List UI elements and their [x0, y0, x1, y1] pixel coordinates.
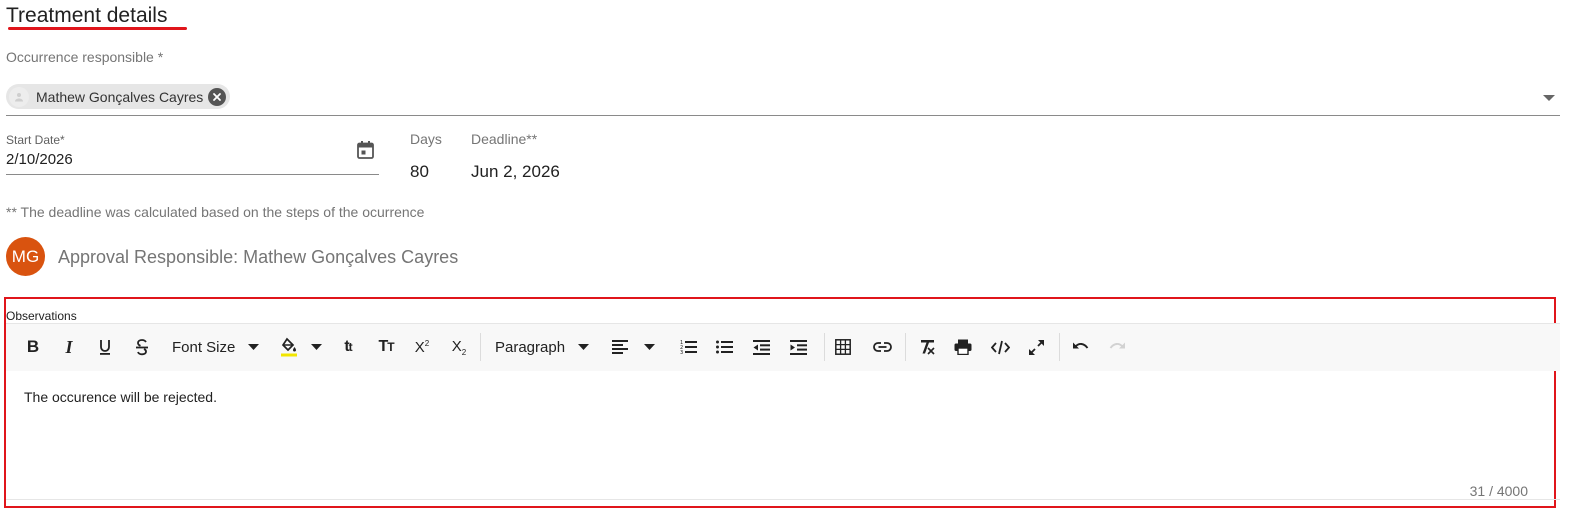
deadline-value: Jun 2, 2026	[471, 162, 560, 181]
editor-toolbar: B I Font Size tt TT X2 X2 Paragraph 1 2 …	[6, 324, 1560, 371]
font-size-label: Font Size	[172, 338, 236, 356]
fullscreen-icon[interactable]	[1024, 335, 1048, 359]
superscript-icon[interactable]: X2	[411, 335, 433, 359]
subscript-icon[interactable]: X2	[448, 335, 470, 359]
fill-color-icon[interactable]	[280, 335, 330, 359]
approval-avatar: MG	[6, 237, 45, 276]
title-underline	[8, 27, 187, 30]
chevron-down-icon	[248, 344, 260, 350]
align-left-icon[interactable]	[612, 335, 666, 359]
print-icon[interactable]	[951, 335, 975, 359]
redo-icon[interactable]	[1105, 335, 1129, 359]
occurrence-responsible-label: Occurrence responsible *	[6, 49, 164, 65]
italic-icon[interactable]: I	[60, 335, 78, 359]
undo-icon[interactable]	[1068, 335, 1092, 359]
toolbar-separator	[1059, 333, 1060, 361]
paragraph-label: Paragraph	[495, 338, 566, 356]
start-date-underline	[6, 174, 379, 175]
chevron-down-icon	[644, 344, 655, 350]
responsible-chip[interactable]: Mathew Gonçalves Cayres	[6, 84, 231, 109]
toolbar-separator	[905, 333, 906, 361]
bold-icon[interactable]: B	[24, 335, 42, 359]
days-value: 80	[410, 162, 429, 181]
link-icon[interactable]	[870, 335, 894, 359]
toolbar-separator	[480, 333, 481, 361]
outdent-icon[interactable]	[750, 335, 772, 359]
deadline-note: ** The deadline was calculated based on …	[6, 204, 425, 220]
editor-content[interactable]: The occurence will be rejected.	[24, 389, 217, 405]
chevron-down-icon	[311, 344, 322, 350]
approval-responsible-text: Approval Responsible: Mathew Gonçalves C…	[58, 247, 459, 267]
days-label: Days	[410, 131, 442, 147]
page-title: Treatment details	[6, 4, 168, 27]
person-icon	[9, 86, 29, 107]
clear-format-icon[interactable]	[915, 335, 939, 359]
toolbar-separator	[824, 333, 825, 361]
ordered-list-icon[interactable]: 123	[677, 335, 699, 359]
dropdown-arrow-icon[interactable]	[1541, 90, 1557, 108]
responsible-chip-name: Mathew Gonçalves Cayres	[36, 88, 204, 105]
chevron-down-icon	[578, 344, 590, 350]
svg-text:3: 3	[680, 350, 683, 355]
paragraph-dropdown[interactable]: Paragraph	[495, 335, 600, 359]
calendar-icon[interactable]	[356, 140, 375, 165]
start-date-input[interactable]: 2/10/2026	[6, 151, 73, 168]
font-size-dropdown[interactable]: Font Size	[172, 335, 272, 359]
indent-icon[interactable]	[787, 335, 809, 359]
underline-icon[interactable]	[96, 335, 114, 359]
unordered-list-icon[interactable]	[713, 335, 735, 359]
chip-remove-icon[interactable]	[208, 87, 227, 106]
lowercase-icon[interactable]: tt	[337, 335, 359, 359]
deadline-label: Deadline**	[471, 131, 538, 147]
table-icon[interactable]	[831, 335, 855, 359]
code-view-icon[interactable]	[988, 335, 1012, 359]
character-counter: 31 / 4000	[1469, 483, 1528, 499]
strikethrough-icon[interactable]	[133, 335, 151, 359]
rich-text-editor: B I Font Size tt TT X2 X2 Paragraph 1 2 …	[6, 323, 1560, 500]
responsible-field-underline	[6, 115, 1560, 116]
start-date-label: Start Date*	[6, 133, 65, 147]
observations-label: Observations	[6, 309, 77, 323]
uppercase-icon[interactable]: TT	[375, 335, 397, 359]
